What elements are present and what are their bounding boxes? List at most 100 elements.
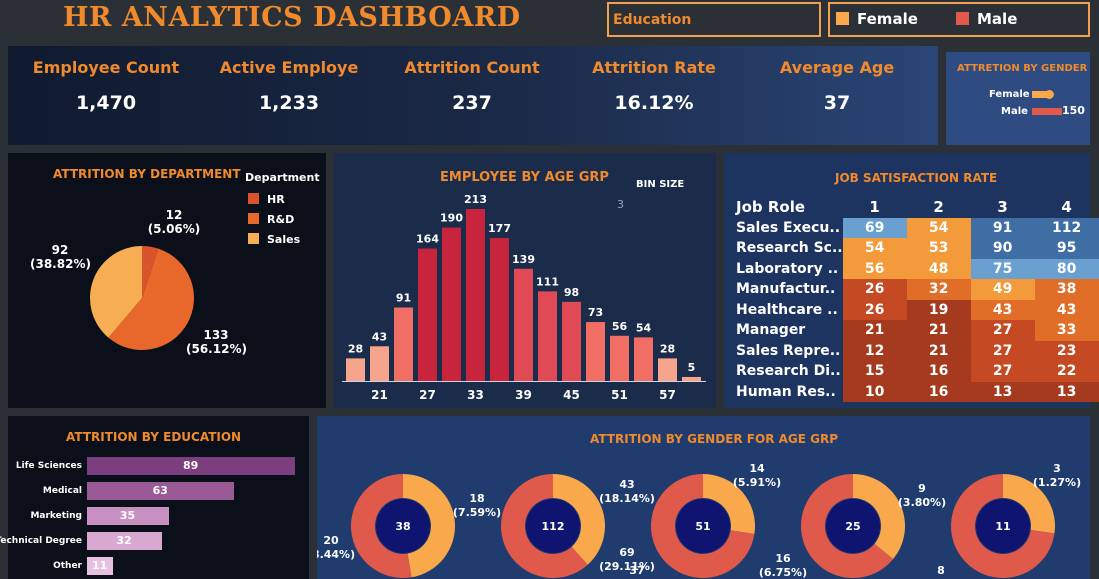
age-bar[interactable] — [442, 227, 461, 381]
gender-male-bar[interactable] — [1032, 108, 1062, 115]
age-bar[interactable] — [490, 238, 509, 381]
age-bar[interactable] — [562, 301, 581, 381]
satisfaction-cell[interactable]: 38 — [1034, 279, 1099, 300]
satisfaction-cell[interactable]: 48 — [906, 258, 971, 279]
age-bar[interactable] — [610, 335, 629, 381]
satisfaction-cell[interactable]: 53 — [906, 238, 971, 259]
satisfaction-cell[interactable]: 13 — [1034, 381, 1099, 402]
satisfaction-cell[interactable]: 21 — [906, 340, 971, 361]
sales-swatch — [248, 233, 259, 244]
legend-female[interactable]: Female — [836, 10, 918, 28]
education-filter[interactable]: Education — [607, 2, 821, 37]
job-role-row[interactable]: Sales Repre.. 12 21 27 23 — [736, 340, 1099, 361]
kpi-value: 37 — [823, 92, 851, 114]
satisfaction-cell[interactable]: 27 — [970, 340, 1035, 361]
education-title: ATTRITION BY EDUCATION — [66, 430, 242, 444]
satisfaction-cell[interactable]: 10 — [842, 381, 907, 402]
satisfaction-cell[interactable]: 80 — [1034, 258, 1099, 279]
age-tick-label: 33 — [467, 388, 484, 402]
age-bar[interactable] — [466, 209, 485, 381]
job-role-row[interactable]: Human Res.. 10 16 13 13 — [736, 381, 1099, 402]
satisfaction-cell[interactable]: 22 — [1034, 361, 1099, 382]
job-role-row[interactable]: Sales Execu.. 69 54 91 112 — [736, 217, 1099, 238]
job-role-row[interactable]: Research Sc.. 54 53 90 95 — [736, 238, 1099, 259]
age-bar-label: 139 — [512, 253, 535, 266]
age-bar[interactable] — [538, 291, 557, 381]
age-bar-label: 177 — [488, 222, 511, 235]
age-bar[interactable] — [418, 248, 437, 381]
satisfaction-cell[interactable]: 23 — [1034, 340, 1099, 361]
department-legend-sales[interactable]: Sales — [248, 228, 300, 247]
education-name: Other — [53, 561, 82, 571]
department-legend-hr[interactable]: HR — [248, 188, 285, 207]
job-role-row[interactable]: Research Di.. 15 16 27 22 — [736, 361, 1099, 382]
age-bar[interactable] — [634, 337, 653, 381]
donut-slice-pct: (7.59%) — [453, 506, 501, 519]
satisfaction-cell[interactable]: 90 — [970, 238, 1035, 259]
age-tick-label: 27 — [419, 388, 436, 402]
kpi-label: Employee Count — [32, 58, 180, 77]
satisfaction-cell[interactable]: 19 — [906, 299, 971, 320]
satisfaction-cell[interactable]: 13 — [970, 381, 1035, 402]
kpi-value: 237 — [452, 92, 492, 114]
education-value: 63 — [152, 484, 168, 497]
kpi-value: 16.12% — [614, 92, 694, 114]
satisfaction-cell[interactable]: 21 — [906, 320, 971, 341]
satisfaction-cell[interactable]: 54 — [906, 217, 971, 238]
legend-male[interactable]: Male — [956, 10, 1017, 28]
age-bar-label: 28 — [660, 342, 675, 355]
satisfaction-cell[interactable]: 95 — [1034, 238, 1099, 259]
level-header: 1 — [869, 198, 880, 216]
age-bar[interactable] — [514, 268, 533, 381]
education-name: Technical Degree — [0, 536, 82, 546]
age-bar[interactable] — [658, 358, 677, 381]
satisfaction-cell[interactable]: 32 — [906, 279, 971, 300]
donut-slice-pct: (8.44%) — [317, 548, 355, 561]
satisfaction-cell[interactable]: 27 — [970, 361, 1035, 382]
satisfaction-cell[interactable]: 26 — [842, 299, 907, 320]
education-name: Marketing — [30, 511, 82, 521]
job-role-row[interactable]: Healthcare .. 26 19 43 43 — [736, 299, 1099, 320]
age-bar[interactable] — [394, 307, 413, 381]
age-bar[interactable] — [682, 376, 701, 381]
department-legend-rnd[interactable]: R&D — [248, 208, 294, 227]
satisfaction-cell[interactable]: 16 — [906, 361, 971, 382]
age-bar[interactable] — [586, 322, 605, 381]
satisfaction-cell[interactable]: 112 — [1034, 217, 1099, 238]
job-role-row[interactable]: Manager 21 21 27 33 — [736, 320, 1099, 341]
satisfaction-cell[interactable]: 75 — [970, 258, 1035, 279]
satisfaction-cell[interactable]: 21 — [842, 320, 907, 341]
satisfaction-cell[interactable]: 54 — [842, 238, 907, 259]
donut-slice-value: 20 — [323, 534, 339, 547]
age-bar-label: 111 — [536, 275, 559, 288]
satisfaction-cell[interactable]: 43 — [970, 299, 1035, 320]
satisfaction-cell[interactable]: 49 — [970, 279, 1035, 300]
satisfaction-cell[interactable]: 43 — [1034, 299, 1099, 320]
job-role-row[interactable]: Laboratory .. 56 48 75 80 — [736, 258, 1099, 279]
kpi-employee-count: Employee Count 1,470 — [31, 58, 181, 114]
job-role-name: Research Di.. — [736, 363, 841, 379]
donut-slice-value: 3 — [1053, 462, 1061, 475]
donut-slice-value: 69 — [619, 546, 634, 559]
satisfaction-cell[interactable]: 15 — [842, 361, 907, 382]
age-bar[interactable] — [370, 346, 389, 381]
satisfaction-cell[interactable]: 91 — [970, 217, 1035, 238]
satisfaction-cell[interactable]: 16 — [906, 381, 971, 402]
age-bar[interactable] — [346, 358, 365, 381]
gender-age-donuts: 3818(7.59%)20(8.44%)11243(18.14%)69(29.1… — [317, 462, 1081, 579]
donut-slice-value: 16 — [775, 552, 791, 565]
satisfaction-cell[interactable]: 27 — [970, 320, 1035, 341]
page-title: HR ANALYTICS DASHBOARD — [63, 2, 521, 33]
donut-slice-value: 14 — [749, 462, 765, 475]
kpi-label: Attrition Rate — [592, 58, 716, 77]
gender-attrition-title: ATTRETION BY GENDER — [957, 63, 1088, 74]
satisfaction-cell[interactable]: 26 — [842, 279, 907, 300]
department-legend-title: Department — [245, 171, 320, 184]
satisfaction-cell[interactable]: 12 — [842, 340, 907, 361]
satisfaction-cell[interactable]: 69 — [842, 217, 907, 238]
satisfaction-cell[interactable]: 33 — [1034, 320, 1099, 341]
job-role-row[interactable]: Manufactur.. 26 32 49 38 — [736, 279, 1099, 300]
kpi-active-employee: Active Employe 1,233 — [214, 58, 364, 114]
department-label-hr: 12 (5.06%) — [144, 208, 204, 236]
satisfaction-cell[interactable]: 56 — [842, 258, 907, 279]
